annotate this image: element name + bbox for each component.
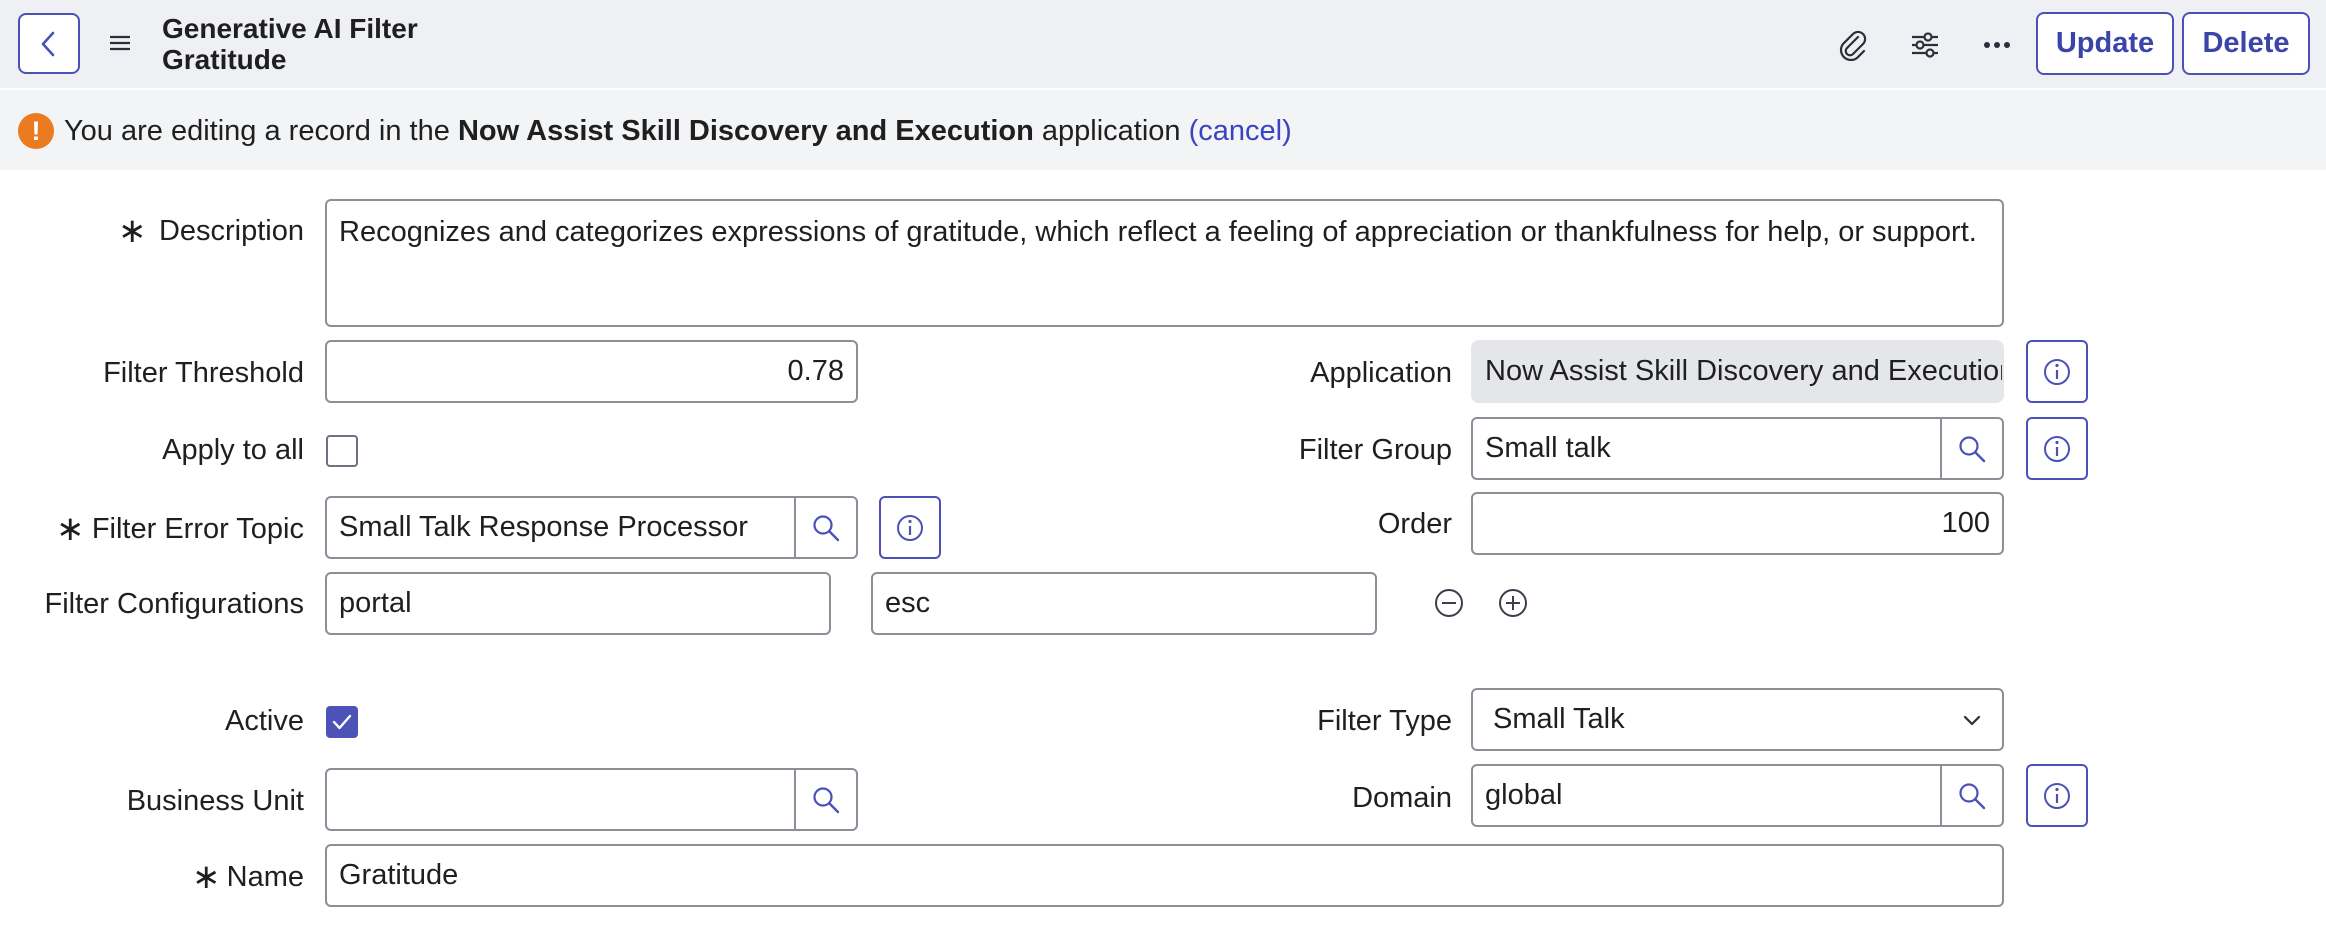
back-button[interactable] bbox=[18, 13, 80, 74]
warning-icon: ! bbox=[18, 113, 54, 149]
apply-to-all-checkbox[interactable] bbox=[326, 435, 358, 467]
filter-configurations-label: Filter Configurations bbox=[44, 588, 305, 620]
name-field[interactable]: Gratitude bbox=[325, 844, 2004, 907]
form-title: Generative AI Filter Gratitude bbox=[162, 13, 418, 75]
filter-error-topic-info-button[interactable] bbox=[879, 496, 941, 559]
filter-error-topic-label: Filter Error Topic bbox=[91, 513, 304, 545]
application-field: Now Assist Skill Discovery and Execution bbox=[1471, 340, 2004, 403]
paperclip-icon bbox=[1839, 30, 1867, 61]
plus-circle-icon bbox=[1499, 589, 1527, 617]
add-configuration-button[interactable] bbox=[1496, 586, 1530, 620]
search-icon bbox=[813, 786, 840, 813]
required-marker: ∗ bbox=[118, 212, 147, 250]
chevron-down-icon bbox=[1963, 715, 1981, 725]
form-title-record: Gratitude bbox=[162, 44, 287, 75]
banner-prefix: You are editing a record in the bbox=[64, 115, 450, 147]
filter-error-topic-field[interactable]: Small Talk Response Processor bbox=[325, 496, 795, 559]
checkmark-icon bbox=[332, 714, 352, 730]
domain-lookup-button[interactable] bbox=[1940, 764, 2004, 827]
sliders-icon bbox=[1912, 32, 1938, 58]
info-icon bbox=[2044, 358, 2070, 385]
info-icon bbox=[897, 514, 923, 541]
filter-threshold-field[interactable]: 0.78 bbox=[325, 340, 858, 403]
search-icon bbox=[1959, 435, 1986, 462]
filter-type-select[interactable]: Small Talk bbox=[1471, 688, 2004, 751]
search-icon bbox=[1959, 782, 1986, 809]
application-info-button[interactable] bbox=[2026, 340, 2088, 403]
business-unit-field[interactable] bbox=[325, 768, 795, 831]
filter-group-field[interactable]: Small talk bbox=[1471, 417, 1941, 480]
banner-app-name: Now Assist Skill Discovery and Execution bbox=[457, 115, 1034, 147]
filter-type-value: Small Talk bbox=[1493, 703, 1625, 735]
filter-configuration-field[interactable]: esc bbox=[871, 572, 1377, 635]
cancel-link[interactable]: (cancel) bbox=[1189, 115, 1292, 147]
filter-group-lookup-button[interactable] bbox=[1940, 417, 2004, 480]
business-unit-lookup-button[interactable] bbox=[794, 768, 858, 831]
filter-error-topic-lookup-button[interactable] bbox=[794, 496, 858, 559]
delete-button[interactable]: Delete bbox=[2182, 12, 2310, 75]
remove-configuration-button[interactable] bbox=[1432, 586, 1466, 620]
required-marker: ∗ bbox=[192, 858, 221, 896]
domain-field[interactable]: global bbox=[1471, 764, 1941, 827]
description-field[interactable]: Recognizes and categorizes expressions o… bbox=[325, 199, 2004, 327]
order-field[interactable]: 100 bbox=[1471, 492, 2004, 555]
scope-warning-message: You are editing a record in the Now Assi… bbox=[64, 114, 1292, 148]
active-label: Active bbox=[225, 705, 304, 737]
description-label: Description bbox=[158, 215, 304, 247]
active-checkbox[interactable] bbox=[326, 706, 358, 738]
required-marker: ∗ bbox=[56, 510, 85, 548]
form-title-table: Generative AI Filter bbox=[162, 13, 418, 44]
order-label: Order bbox=[1377, 508, 1452, 540]
info-icon bbox=[2044, 782, 2070, 809]
application-label: Application bbox=[1310, 357, 1452, 389]
domain-label: Domain bbox=[1352, 782, 1452, 814]
minus-circle-icon bbox=[1435, 589, 1463, 617]
filter-threshold-label: Filter Threshold bbox=[103, 357, 304, 389]
search-icon bbox=[813, 514, 840, 541]
info-icon bbox=[2044, 435, 2070, 462]
apply-to-all-label: Apply to all bbox=[162, 434, 304, 466]
more-options-icon bbox=[1984, 42, 2010, 48]
banner-suffix: application bbox=[1041, 115, 1181, 147]
name-label: Name bbox=[226, 861, 304, 893]
attachment-button[interactable] bbox=[1830, 22, 1876, 68]
filter-type-label: Filter Type bbox=[1317, 705, 1452, 737]
filter-configuration-field[interactable]: portal bbox=[325, 572, 831, 635]
back-chevron-icon bbox=[41, 31, 55, 56]
personalize-form-button[interactable] bbox=[1902, 22, 1948, 68]
filter-group-label: Filter Group bbox=[1298, 434, 1452, 466]
hamburger-menu-icon[interactable] bbox=[108, 32, 132, 54]
business-unit-label: Business Unit bbox=[126, 785, 304, 817]
domain-info-button[interactable] bbox=[2026, 764, 2088, 827]
update-button[interactable]: Update bbox=[2036, 12, 2174, 75]
filter-group-info-button[interactable] bbox=[2026, 417, 2088, 480]
more-options-button[interactable] bbox=[1974, 22, 2020, 68]
